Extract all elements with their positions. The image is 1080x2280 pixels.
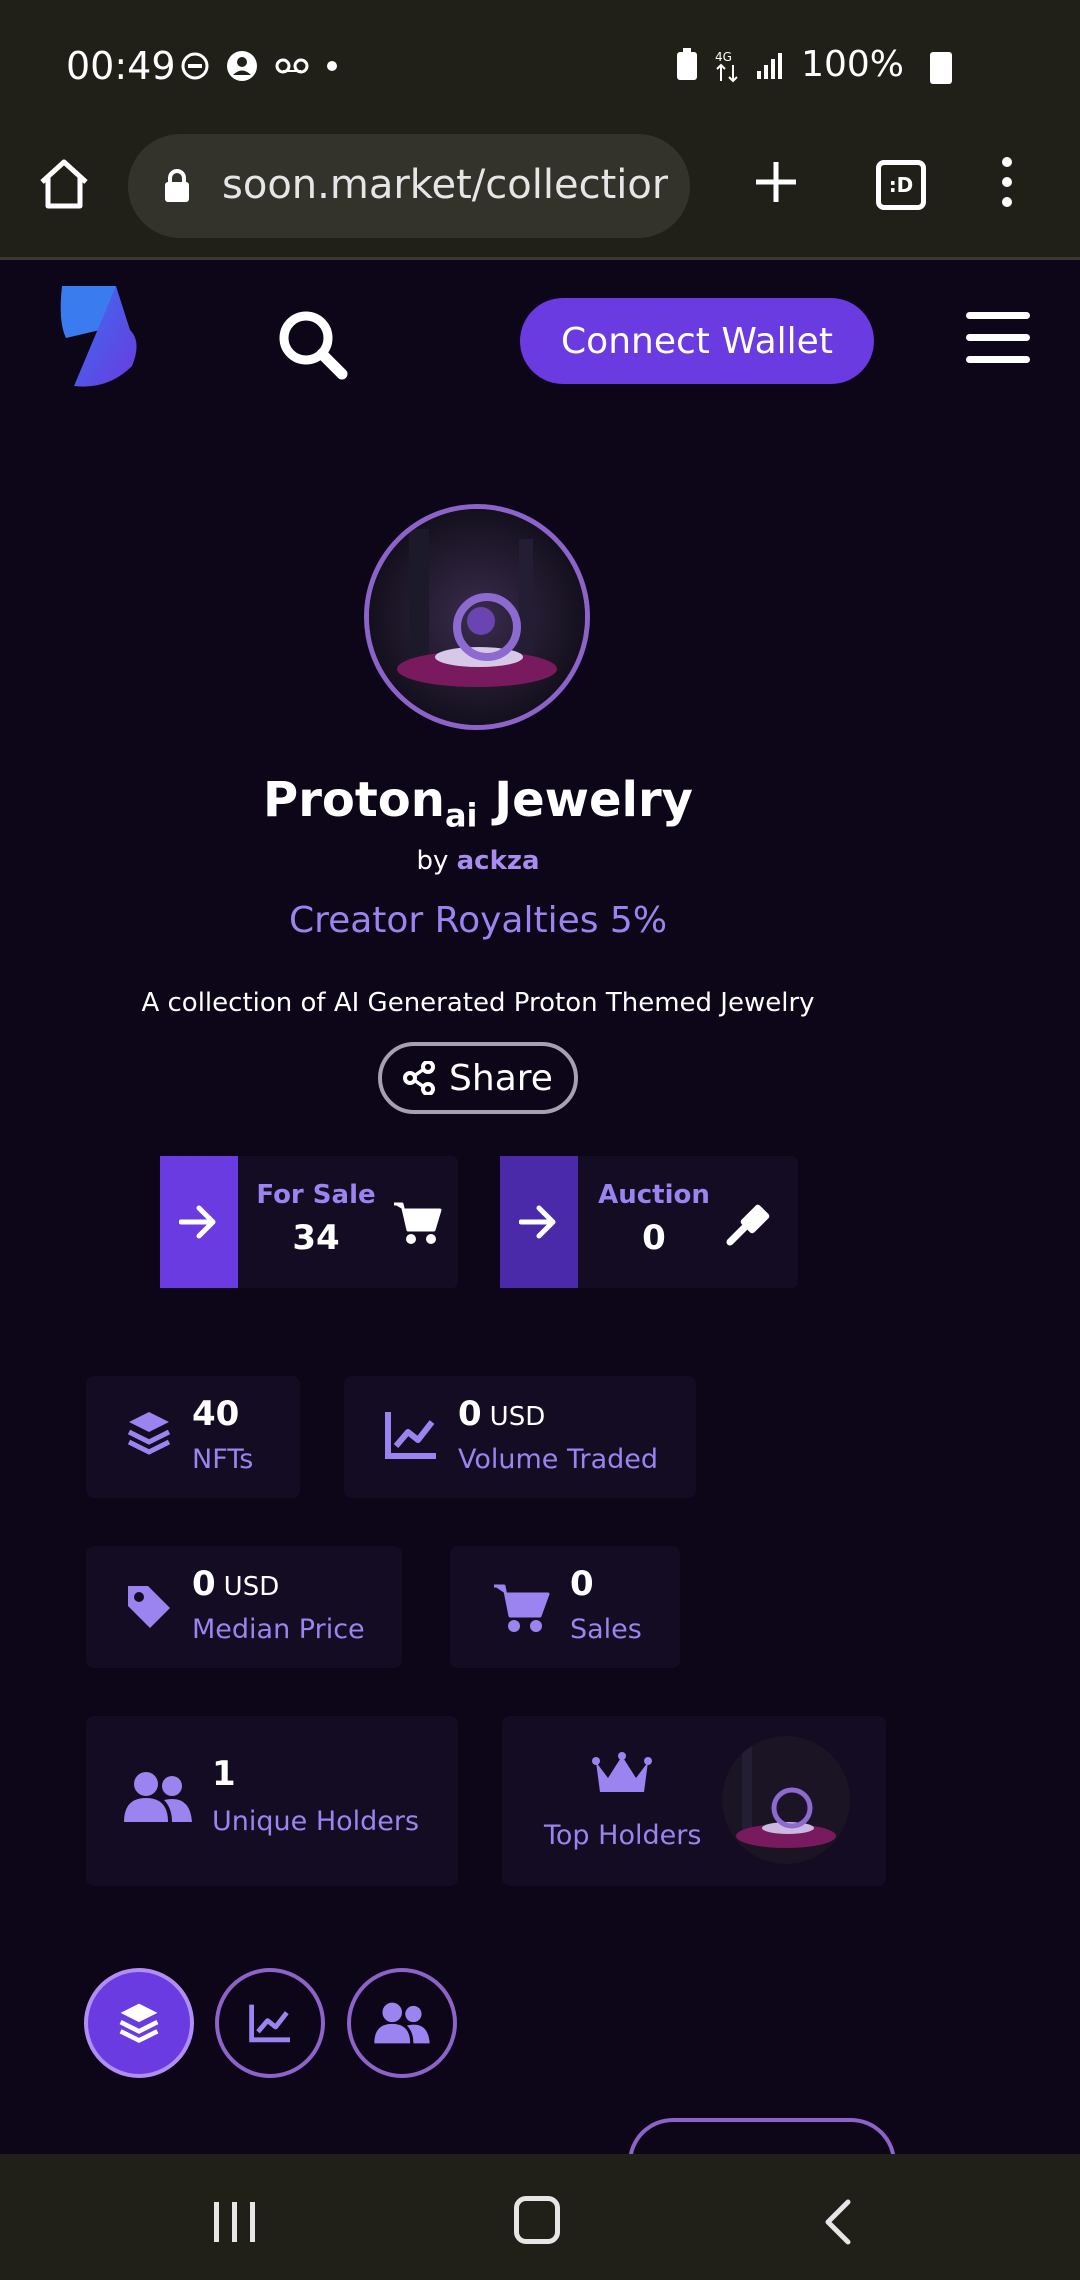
median-label: Median Price xyxy=(192,1614,365,1645)
creator-byline: by ackza xyxy=(0,846,956,876)
status-notification-icons xyxy=(180,50,338,82)
volume-value: 0 xyxy=(458,1394,482,1434)
median-value-row: 0 USD xyxy=(192,1564,279,1604)
auction-card[interactable]: Auction 0 xyxy=(500,1156,798,1288)
tab-nfts[interactable] xyxy=(84,1968,194,2078)
for-sale-label: For Sale xyxy=(256,1180,376,1210)
signal-icon xyxy=(757,52,783,79)
crown-icon xyxy=(592,1752,652,1792)
median-unit: USD xyxy=(223,1572,280,1602)
auction-value: 0 xyxy=(642,1218,666,1258)
for-sale-card[interactable]: For Sale 34 xyxy=(160,1156,458,1288)
data-4g-icon: 4G xyxy=(715,50,738,82)
price-tag-icon xyxy=(128,1586,170,1628)
lock-icon xyxy=(165,169,189,202)
browser-toolbar: soon.market/collections :D xyxy=(0,130,1080,260)
users-icon xyxy=(374,2002,430,2044)
battery-percent: 100% xyxy=(801,44,904,85)
top-holders-card[interactable]: Top Holders xyxy=(502,1716,886,1886)
nfts-label: NFTs xyxy=(192,1444,254,1475)
unique-holders-stat-card: 1 Unique Holders xyxy=(86,1716,458,1886)
median-value: 0 xyxy=(192,1564,216,1604)
collection-title: Protonai Jewelry xyxy=(0,772,956,835)
status-bar: 00:49 4G 100% xyxy=(0,0,1080,130)
status-right: 4G 100% xyxy=(675,44,904,85)
volume-label: Volume Traded xyxy=(458,1444,659,1475)
share-icon xyxy=(403,1061,436,1095)
nfts-value: 40 xyxy=(192,1394,240,1434)
back-icon[interactable] xyxy=(822,2198,852,2246)
for-sale-value: 34 xyxy=(292,1218,340,1258)
more-options-icon[interactable] xyxy=(992,152,1022,212)
home-nav-icon[interactable] xyxy=(514,2196,560,2244)
collection-avatar xyxy=(364,504,590,730)
title-main: Proton xyxy=(263,772,445,828)
by-label: by xyxy=(416,846,449,876)
system-nav-bar xyxy=(0,2154,1080,2280)
creator-royalties: Creator Royalties 5% xyxy=(288,900,668,941)
title-rest: Jewelry xyxy=(477,772,693,828)
gavel-icon xyxy=(726,1204,770,1246)
for-sale-arrow[interactable] xyxy=(160,1156,238,1288)
dnd-icon xyxy=(181,52,209,80)
tab-holders[interactable] xyxy=(347,1968,457,2078)
url-text: soon.market/collections xyxy=(222,162,668,208)
tab-activity[interactable] xyxy=(215,1968,325,2078)
search-icon[interactable] xyxy=(276,308,350,382)
soon-market-logo[interactable] xyxy=(58,282,138,390)
sales-label: Sales xyxy=(570,1614,642,1645)
dot-icon xyxy=(327,61,337,71)
median-price-stat-card: 0 USD Median Price xyxy=(86,1546,402,1668)
chart-line-icon xyxy=(249,2004,290,2043)
title-sub: ai xyxy=(444,796,478,835)
layers-icon xyxy=(127,1412,171,1455)
collection-description: A collection of AI Generated Proton Them… xyxy=(141,988,815,1018)
chart-line-icon xyxy=(385,1412,436,1459)
holders-label: Unique Holders xyxy=(212,1806,420,1837)
arrow-right-icon xyxy=(519,1205,556,1239)
cart-icon xyxy=(494,1584,550,1632)
volume-value-row: 0 USD xyxy=(458,1394,545,1434)
users-icon xyxy=(124,1772,192,1822)
auction-arrow[interactable] xyxy=(500,1156,578,1288)
share-button[interactable]: Share xyxy=(378,1042,578,1114)
cart-icon xyxy=(394,1202,442,1244)
top-holders-label: Top Holders xyxy=(544,1820,702,1851)
layers-icon xyxy=(119,2003,159,2044)
share-label: Share xyxy=(449,1057,553,1099)
tabs-button[interactable]: :D xyxy=(876,160,926,210)
volume-unit: USD xyxy=(489,1402,546,1432)
creator-link[interactable]: ackza xyxy=(457,846,540,876)
home-icon[interactable] xyxy=(34,154,94,214)
svg-text:4G: 4G xyxy=(715,50,732,64)
jewelry-image xyxy=(369,509,585,725)
holders-value: 1 xyxy=(212,1754,236,1794)
battery-saver-icon xyxy=(677,47,698,80)
auction-label: Auction xyxy=(598,1180,710,1210)
battery-icon xyxy=(930,52,952,84)
hamburger-menu-icon[interactable] xyxy=(966,312,1030,368)
voicemail-icon xyxy=(275,58,309,74)
status-time: 00:49 xyxy=(66,44,176,88)
new-tab-icon[interactable] xyxy=(750,152,802,212)
sales-stat-card: 0 Sales xyxy=(450,1546,680,1668)
address-bar[interactable]: soon.market/collections xyxy=(128,134,690,238)
jewelry-thumbnail xyxy=(722,1736,850,1864)
nfts-stat-card: 40 NFTs xyxy=(86,1376,300,1498)
connect-wallet-button[interactable]: Connect Wallet xyxy=(520,298,874,384)
sales-value: 0 xyxy=(570,1564,594,1604)
top-holder-avatar[interactable] xyxy=(722,1736,850,1864)
account-icon xyxy=(227,51,257,81)
volume-stat-card: 0 USD Volume Traded xyxy=(344,1376,696,1498)
recent-apps-icon[interactable] xyxy=(212,2200,258,2244)
arrow-right-icon xyxy=(179,1205,216,1239)
